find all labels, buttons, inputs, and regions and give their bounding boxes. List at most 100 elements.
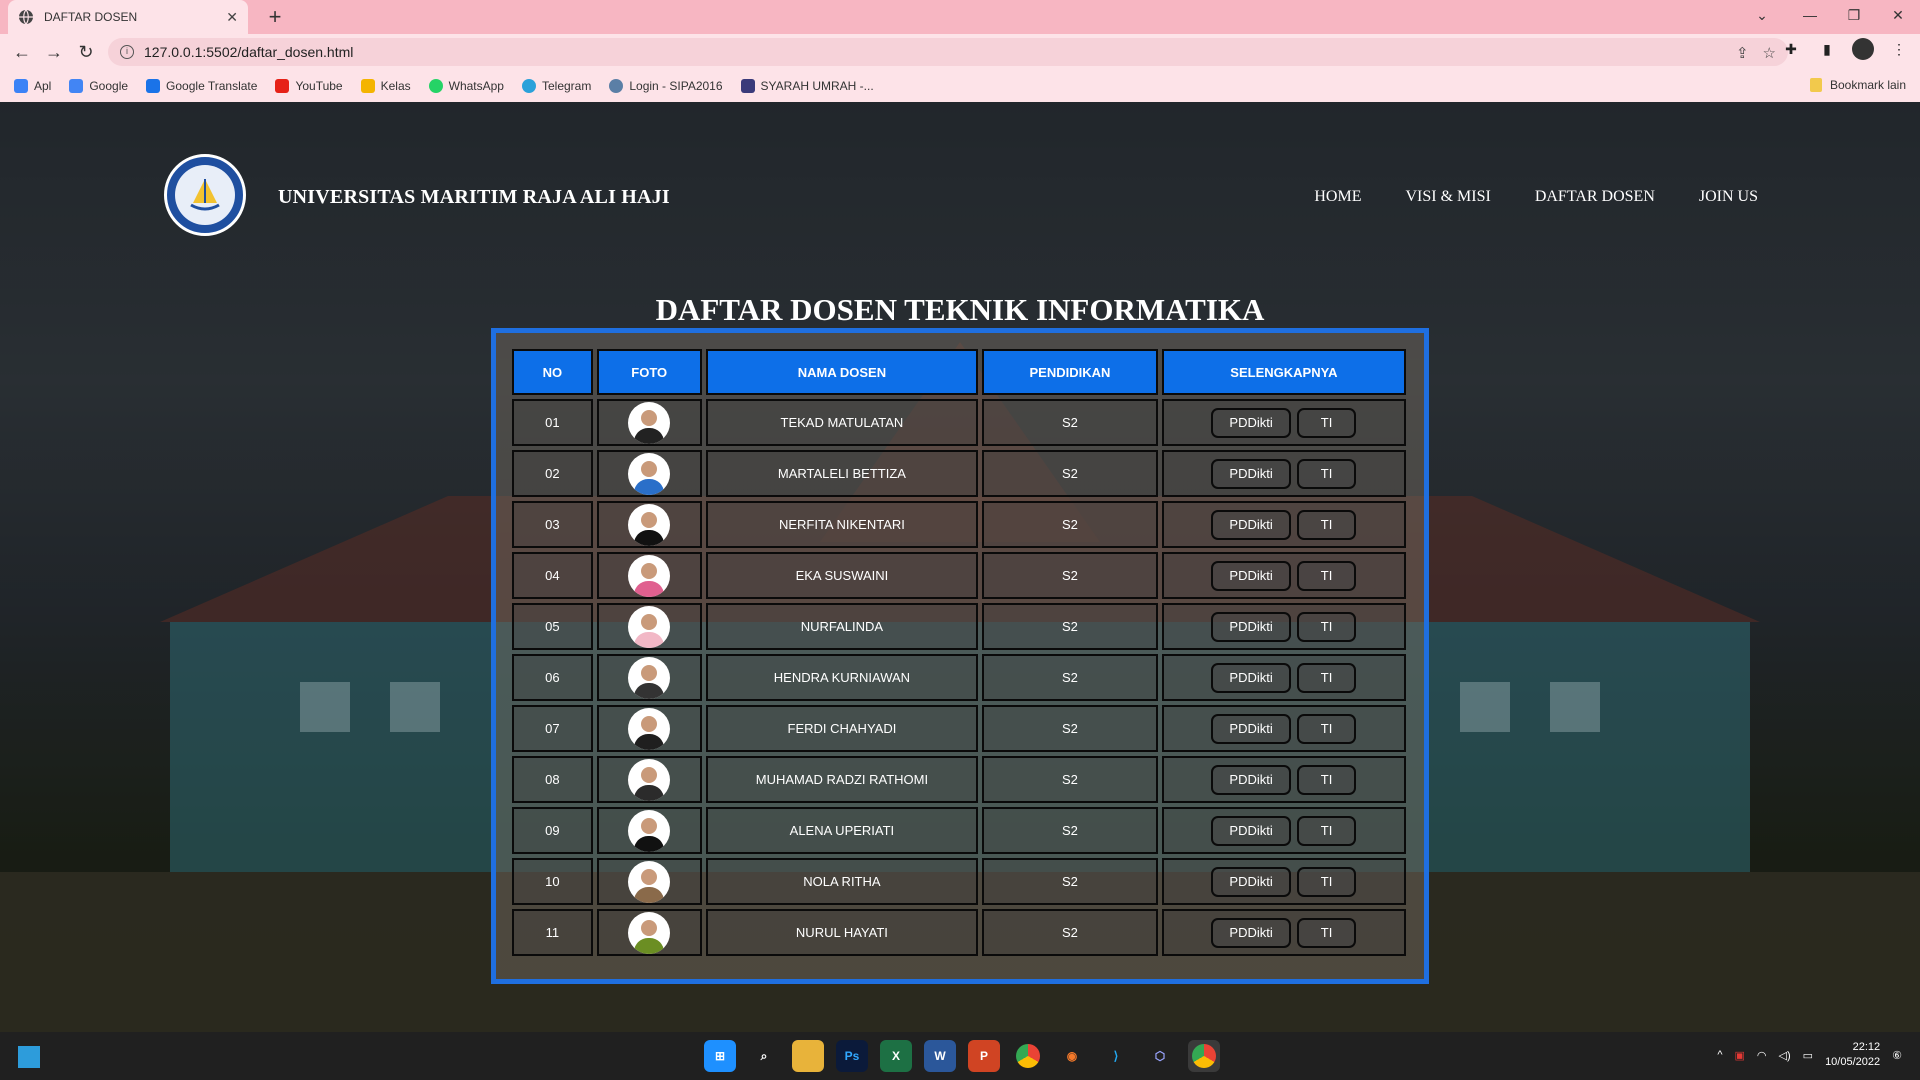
cell-nama-dosen: NOLA RITHA xyxy=(705,858,979,905)
clock[interactable]: 22:12 10/05/2022 xyxy=(1825,1040,1880,1070)
cell-selengkapnya: PDDikti TI xyxy=(1161,807,1406,854)
profile-avatar[interactable] xyxy=(1852,38,1874,60)
minimize-button[interactable]: — xyxy=(1788,0,1832,30)
cell-nama-dosen: MARTALELI BETTIZA xyxy=(705,450,979,497)
cell-nama-dosen: NERFITA NIKENTARI xyxy=(705,501,979,548)
umrah-icon xyxy=(740,79,755,93)
cell-no: 05 xyxy=(512,603,593,650)
bookmarks-bar: Apl Google Google Translate YouTube Kela… xyxy=(0,70,1920,102)
bookmark-youtube[interactable]: YouTube xyxy=(275,79,343,93)
pddikti-button[interactable]: PDDikti xyxy=(1211,866,1291,897)
close-tab-icon[interactable]: ✕ xyxy=(226,9,238,26)
reload-icon[interactable]: ↻ xyxy=(72,38,100,66)
new-tab-button[interactable]: + xyxy=(262,4,288,30)
lecturer-photo xyxy=(628,554,671,597)
extensions-icon[interactable]: ✚ xyxy=(1780,38,1802,60)
lecturer-photo xyxy=(628,707,671,750)
cell-nama-dosen: TEKAD MATULATAN xyxy=(705,399,979,446)
ti-button[interactable]: TI xyxy=(1296,611,1357,642)
university-logo[interactable] xyxy=(164,154,246,236)
ti-button[interactable]: TI xyxy=(1296,764,1357,795)
forward-icon[interactable]: → xyxy=(40,38,68,66)
ti-button[interactable]: TI xyxy=(1296,713,1357,744)
pddikti-button[interactable]: PDDikti xyxy=(1211,458,1291,489)
menu-dots-icon[interactable]: ⋮ xyxy=(1888,38,1910,60)
bookmark-sipa[interactable]: Login - SIPA2016 xyxy=(609,79,723,93)
powerpoint-icon[interactable]: P xyxy=(968,1040,1000,1072)
ti-button[interactable]: TI xyxy=(1296,509,1357,540)
table-header-row: NO FOTO NAMA DOSEN PENDIDIKAN SELENGKAPN… xyxy=(512,349,1406,395)
bookmark-other-folder[interactable]: Bookmark lain xyxy=(1809,78,1906,92)
wifi-icon[interactable]: ◠ xyxy=(1757,1049,1767,1062)
bookmark-google[interactable]: Google xyxy=(69,79,128,93)
pddikti-button[interactable]: PDDikti xyxy=(1211,764,1291,795)
chrome-active-icon[interactable] xyxy=(1188,1040,1220,1072)
browser-tab-strip: DAFTAR DOSEN ✕ + ⌄ — ❐ ✕ xyxy=(0,0,1920,34)
pddikti-button[interactable]: PDDikti xyxy=(1211,560,1291,591)
notifications-icon[interactable]: ⑥ xyxy=(1892,1049,1902,1062)
pddikti-button[interactable]: PDDikti xyxy=(1211,662,1291,693)
pddikti-button[interactable]: PDDikti xyxy=(1211,509,1291,540)
address-bar-row: ← → ↻ i 127.0.0.1:5502/daftar_dosen.html… xyxy=(0,34,1920,70)
ti-button[interactable]: TI xyxy=(1296,407,1357,438)
pddikti-button[interactable]: PDDikti xyxy=(1211,611,1291,642)
bookmark-whatsapp[interactable]: WhatsApp xyxy=(428,79,504,93)
table-row: 02 MARTALELI BETTIZA S2 PDDikti TI xyxy=(512,450,1406,497)
blender-icon[interactable]: ◉ xyxy=(1056,1040,1088,1072)
ti-button[interactable]: TI xyxy=(1296,458,1357,489)
ti-button[interactable]: TI xyxy=(1296,560,1357,591)
cell-selengkapnya: PDDikti TI xyxy=(1161,654,1406,701)
ti-button[interactable]: TI xyxy=(1296,866,1357,897)
url-input[interactable]: i 127.0.0.1:5502/daftar_dosen.html ⇪ ☆ xyxy=(108,38,1788,66)
site-info-icon[interactable]: i xyxy=(120,45,134,59)
bookmark-kelas[interactable]: Kelas xyxy=(360,79,411,93)
cell-selengkapnya: PDDikti TI xyxy=(1161,552,1406,599)
ti-button[interactable]: TI xyxy=(1296,917,1357,948)
ti-button[interactable]: TI xyxy=(1296,662,1357,693)
bookmark-apps[interactable]: Apl xyxy=(14,79,51,93)
widgets-icon[interactable] xyxy=(18,1046,40,1068)
file-explorer-icon[interactable] xyxy=(792,1040,824,1072)
header-nama-dosen: NAMA DOSEN xyxy=(705,349,979,395)
tray-app-icon[interactable]: ▣ xyxy=(1735,1049,1745,1062)
close-window-button[interactable]: ✕ xyxy=(1876,0,1920,30)
cell-pendidikan: S2 xyxy=(982,654,1158,701)
start-windows-icon[interactable]: ⊞ xyxy=(704,1040,736,1072)
pddikti-button[interactable]: PDDikti xyxy=(1211,815,1291,846)
table-row: 11 NURUL HAYATI S2 PDDikti TI xyxy=(512,909,1406,956)
cell-foto xyxy=(596,909,702,956)
cell-pendidikan: S2 xyxy=(982,705,1158,752)
ti-button[interactable]: TI xyxy=(1296,815,1357,846)
battery-icon[interactable]: ▭ xyxy=(1803,1049,1813,1062)
cell-no: 01 xyxy=(512,399,593,446)
nav-home[interactable]: HOME xyxy=(1314,188,1361,206)
pddikti-button[interactable]: PDDikti xyxy=(1211,407,1291,438)
tab-search-icon[interactable]: ⌄ xyxy=(1740,0,1784,30)
nav-visi-misi[interactable]: VISI & MISI xyxy=(1405,188,1490,206)
chrome-icon[interactable] xyxy=(1012,1040,1044,1072)
nav-join-us[interactable]: JOIN US xyxy=(1699,188,1758,206)
share-icon[interactable]: ⇪ xyxy=(1736,44,1749,62)
cube-app-icon[interactable]: ⬡ xyxy=(1144,1040,1176,1072)
tray-chevron-icon[interactable]: ^ xyxy=(1717,1049,1722,1061)
back-icon[interactable]: ← xyxy=(8,38,36,66)
side-panel-icon[interactable]: ▮ xyxy=(1816,38,1838,60)
url-text: 127.0.0.1:5502/daftar_dosen.html xyxy=(144,44,354,60)
bookmark-google-translate[interactable]: Google Translate xyxy=(146,79,257,93)
restore-button[interactable]: ❐ xyxy=(1832,0,1876,30)
bookmark-star-icon[interactable]: ☆ xyxy=(1763,44,1776,62)
vscode-icon[interactable]: ⟩ xyxy=(1100,1040,1132,1072)
word-icon[interactable]: W xyxy=(924,1040,956,1072)
page-viewport: UNIVERSITAS MARITIM RAJA ALI HAJI HOME V… xyxy=(0,102,1920,1032)
nav-daftar-dosen[interactable]: DAFTAR DOSEN xyxy=(1535,188,1655,206)
search-icon[interactable]: ⌕ xyxy=(748,1040,780,1072)
browser-tab-active[interactable]: DAFTAR DOSEN ✕ xyxy=(8,0,248,34)
photoshop-icon[interactable]: Ps xyxy=(836,1040,868,1072)
pddikti-button[interactable]: PDDikti xyxy=(1211,713,1291,744)
pddikti-button[interactable]: PDDikti xyxy=(1211,917,1291,948)
volume-icon[interactable]: ◁) xyxy=(1779,1049,1791,1062)
excel-icon[interactable]: X xyxy=(880,1040,912,1072)
bookmark-telegram[interactable]: Telegram xyxy=(521,79,591,93)
bookmark-syarah-umrah[interactable]: SYARAH UMRAH -... xyxy=(740,79,874,93)
tab-title: DAFTAR DOSEN xyxy=(44,10,138,24)
